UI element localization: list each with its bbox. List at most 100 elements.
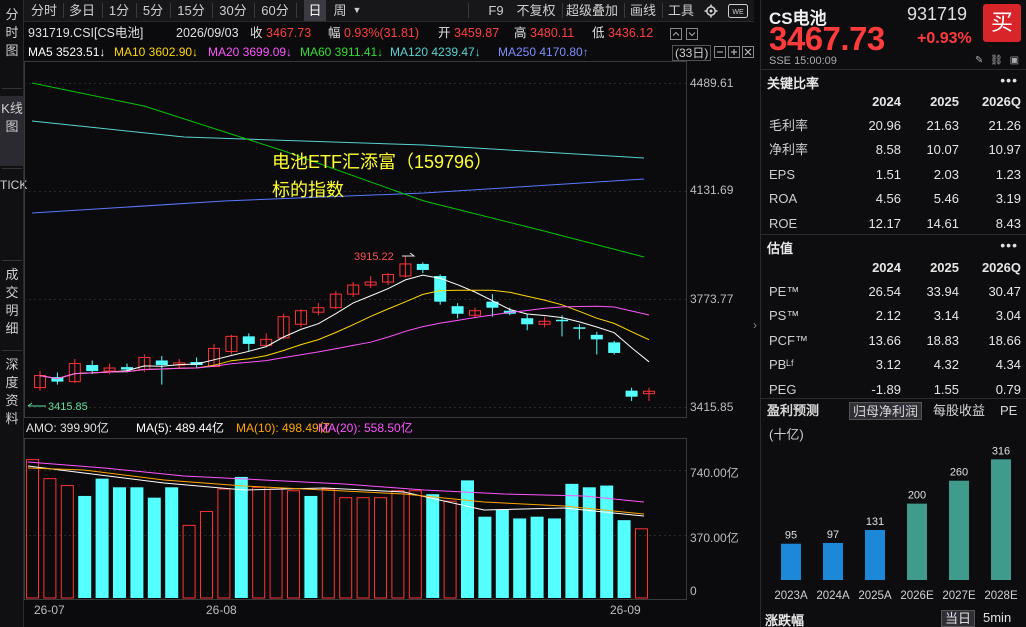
forecast-year-label: 2024A [816,590,850,602]
price-axis-label: 3773.77 [690,292,734,306]
range-value: 0.93%(31.81) [344,26,420,40]
ratio-value: 3.04 [995,308,1021,324]
quote-date: 2026/09/03 [176,26,239,40]
left-tab-strip: 分时图 K线图 TICK 成交明细 深度资料 [0,0,27,627]
adjust-button[interactable]: 不复权 [514,0,558,21]
kline-chart[interactable]: 3915.22 3415.85 [24,61,754,418]
period-60min[interactable]: 60分 [256,0,294,21]
ratio-row: 净利率 8.58 10.07 10.97 [761,138,1026,162]
volume-bar-down [461,480,474,598]
period-5min[interactable]: 5分 [138,0,168,21]
tab-today[interactable]: 当日 [941,610,976,627]
volume-bar-down [234,476,248,598]
candle-body-down [451,306,464,314]
date-label: 26-07 [34,603,65,617]
tab-depth-data[interactable]: 深度资料 [0,352,24,442]
buy-button[interactable]: 买 [983,4,1021,42]
period-intraday[interactable]: 分时 [26,0,62,21]
period-1min[interactable]: 1分 [104,0,134,21]
volume-bar-down [130,487,144,598]
wechat-share-icon[interactable]: WE [726,0,750,21]
overlay-button[interactable]: 超级叠加 [564,0,620,21]
low-marker-arrow [27,402,46,407]
svg-text:WE: WE [732,9,744,16]
days-selector[interactable]: (33日) [672,45,712,61]
more-menu-icon[interactable]: ••• [1000,72,1018,88]
draw-line-button[interactable]: 画线 [628,0,658,21]
volume-bar-up [443,500,457,599]
ratio-row: PBᴸᶠ 3.12 4.32 4.34 [761,353,1026,377]
volume-bar-up [182,524,196,599]
volume-bar-down [304,495,318,598]
volume-chart[interactable] [24,438,754,600]
forecast-bar [781,543,801,580]
period-30min[interactable]: 30分 [214,0,252,21]
ratio-label: ROA [769,191,798,207]
tools-button[interactable]: 工具 [666,0,696,21]
more-periods-icon[interactable]: ▼ [350,0,364,21]
more-menu-icon[interactable]: ••• [1000,237,1018,253]
cube-icon[interactable]: ▣ [1010,55,1019,66]
close-value: 3467.73 [266,26,312,40]
tab-trade-detail[interactable]: 成交明细 [0,262,24,348]
volume-bar-down [478,516,492,598]
price-axis-label: 4489.61 [690,76,734,90]
candle-body-down [608,342,621,353]
ratio-label: PBᴸᶠ [769,357,794,373]
volume-bar-up [217,488,231,599]
volume-bar-up [200,511,213,599]
tab-5min[interactable]: 5min [983,610,1011,625]
ratio-value: 18.83 [926,332,959,348]
ma5-label: MA5 3523.51↓ [28,45,106,59]
ratio-value: 1.51 [875,166,901,182]
settings-gear-icon[interactable] [702,0,720,21]
ratio-value: 8.43 [995,215,1021,231]
volume-bar-down [600,485,614,598]
candle-body-down [573,327,586,329]
bottom-strip: 涨跌幅 当日 5min [761,610,1026,627]
price-change-pct: +0.93% [917,30,972,47]
volume-bar-down [548,518,561,598]
ratio-value: 13.66 [868,332,901,348]
edit-icon[interactable]: ✎ [975,55,983,66]
tab-tick[interactable]: TICK [0,172,27,258]
tab-intraday[interactable]: 分时图 [0,2,24,86]
valuation-title: 估值 [767,241,794,256]
period-15min[interactable]: 15分 [172,0,210,21]
valuation-header-row: 2024 2025 2026Q [872,260,1021,275]
price-axis-label: 3415.85 [690,400,734,414]
ma60-label: MA60 3911.41↓ [300,45,384,59]
link-icon[interactable]: ⛓ [990,55,1003,66]
volume-bar-up [252,486,266,599]
ratio-value: 12.17 [868,215,901,231]
ma5-line [39,274,650,380]
amo-label: AMO: 399.90亿 [26,421,109,435]
forecast-value-label: 200 [908,490,926,502]
ratio-value: 4.32 [933,357,959,373]
tab-pe[interactable]: PE [997,402,1020,420]
volume-bar-up [635,528,648,599]
ratio-value: 1.23 [995,166,1021,182]
tab-net-profit[interactable]: 归母净利润 [849,402,923,420]
period-week[interactable]: 周 [330,0,350,21]
forecast-year-label: 2025A [858,590,892,602]
stock-code: 931719 [907,4,968,24]
tab-kline[interactable]: K线图 [0,96,24,166]
tab-eps[interactable]: 每股收益 [930,402,988,420]
ratio-value: 30.47 [988,284,1021,299]
volume-bar-down [78,495,92,598]
period-day[interactable]: 日 [304,0,326,21]
forecast-value-label: 260 [950,467,968,479]
candle-body-down [521,318,534,325]
f9-button[interactable]: F9 [482,0,510,21]
candle-body-down [155,360,168,366]
volume-bar-up [26,459,39,599]
ratio-value: 2.12 [875,308,901,324]
forecast-bar [865,529,885,580]
last-price: 3467.73 [769,20,885,57]
period-multiday[interactable]: 多日 [64,0,100,21]
forecast-bar [949,480,969,580]
quote-info-line: 931719.CSI[CS电池] 2026/09/03 收 3467.73 幅 … [24,23,754,43]
panel-tool-icons: ✎ ⛓ ▣ [975,55,1019,66]
date-label: 26-09 [610,603,641,617]
